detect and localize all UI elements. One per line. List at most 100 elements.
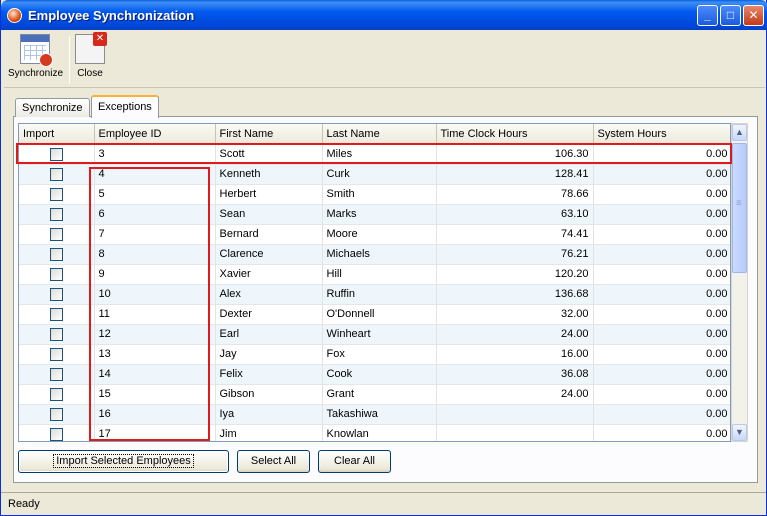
system-hours-cell: 0.00 bbox=[593, 404, 730, 425]
last-name-cell: Knowlan bbox=[322, 424, 437, 441]
table-row[interactable]: 16 Iya Takashiwa 0.00 bbox=[19, 404, 730, 425]
last-name-cell: Smith bbox=[322, 184, 437, 205]
first-name-cell: Dexter bbox=[215, 304, 323, 325]
employee-sync-window: Employee Synchronization _ □ ✕ Synchroni… bbox=[0, 0, 767, 516]
close-label: Close bbox=[77, 68, 103, 79]
close-window-button[interactable]: ✕ bbox=[743, 5, 764, 26]
system-hours-cell: 0.00 bbox=[593, 164, 730, 185]
title-bar[interactable]: Employee Synchronization _ □ ✕ bbox=[1, 0, 767, 30]
tab-synchronize[interactable]: Synchronize bbox=[15, 98, 90, 117]
employee-grid: Import Employee ID First Name Last Name … bbox=[18, 123, 731, 442]
table-row[interactable]: 11 Dexter O'Donnell 32.00 0.00 bbox=[19, 304, 730, 325]
system-hours-cell: 0.00 bbox=[593, 284, 730, 305]
import-checkbox[interactable] bbox=[49, 207, 63, 221]
first-name-cell: Scott bbox=[215, 144, 323, 165]
scroll-thumb[interactable] bbox=[732, 143, 747, 273]
table-row[interactable]: 15 Gibson Grant 24.00 0.00 bbox=[19, 384, 730, 405]
time-clock-hours-cell: 24.00 bbox=[436, 384, 594, 405]
tab-exceptions[interactable]: Exceptions bbox=[91, 95, 159, 118]
time-clock-hours-cell: 63.10 bbox=[436, 204, 594, 225]
import-selected-employees-button[interactable]: Import Selected Employees bbox=[18, 450, 229, 473]
first-name-cell: Iya bbox=[215, 404, 323, 425]
clear-all-button[interactable]: Clear All bbox=[318, 450, 391, 473]
table-row[interactable]: 14 Felix Cook 36.08 0.00 bbox=[19, 364, 730, 385]
maximize-button[interactable]: □ bbox=[720, 5, 741, 26]
last-name-cell: Moore bbox=[322, 224, 437, 245]
system-hours-cell: 0.00 bbox=[593, 224, 730, 245]
table-row[interactable]: 17 Jim Knowlan 0.00 bbox=[19, 424, 730, 441]
last-name-cell: Cook bbox=[322, 364, 437, 385]
import-checkbox[interactable] bbox=[49, 247, 63, 261]
import-checkbox[interactable] bbox=[49, 327, 63, 341]
first-name-cell: Xavier bbox=[215, 264, 323, 285]
column-header-import[interactable]: Import bbox=[19, 124, 95, 145]
import-checkbox[interactable] bbox=[49, 347, 63, 361]
table-row[interactable]: 6 Sean Marks 63.10 0.00 bbox=[19, 204, 730, 225]
last-name-cell: Fox bbox=[322, 344, 437, 365]
import-checkbox[interactable] bbox=[49, 147, 63, 161]
table-row[interactable]: 10 Alex Ruffin 136.68 0.00 bbox=[19, 284, 730, 305]
select-all-button[interactable]: Select All bbox=[237, 450, 310, 473]
time-clock-hours-cell: 16.00 bbox=[436, 344, 594, 365]
last-name-cell: O'Donnell bbox=[322, 304, 437, 325]
system-hours-cell: 0.00 bbox=[593, 184, 730, 205]
system-hours-cell: 0.00 bbox=[593, 204, 730, 225]
toolbar-separator bbox=[69, 36, 70, 84]
time-clock-hours-cell: 128.41 bbox=[436, 164, 594, 185]
status-text: Ready bbox=[8, 498, 40, 510]
last-name-cell: Hill bbox=[322, 264, 437, 285]
synchronize-button[interactable]: Synchronize bbox=[8, 34, 63, 79]
import-checkbox[interactable] bbox=[49, 387, 63, 401]
time-clock-hours-cell: 78.66 bbox=[436, 184, 594, 205]
system-hours-cell: 0.00 bbox=[593, 364, 730, 385]
minimize-button[interactable]: _ bbox=[697, 5, 718, 26]
scroll-up-icon[interactable]: ▲ bbox=[732, 124, 747, 141]
employee-id-cell: 8 bbox=[94, 244, 216, 265]
scroll-down-icon[interactable]: ▼ bbox=[732, 424, 747, 441]
table-row[interactable]: 7 Bernard Moore 74.41 0.00 bbox=[19, 224, 730, 245]
table-row[interactable]: 12 Earl Winheart 24.00 0.00 bbox=[19, 324, 730, 345]
table-row[interactable]: 8 Clarence Michaels 76.21 0.00 bbox=[19, 244, 730, 265]
import-checkbox[interactable] bbox=[49, 367, 63, 381]
import-checkbox[interactable] bbox=[49, 227, 63, 241]
column-header-employee-id[interactable]: Employee ID bbox=[94, 124, 216, 145]
last-name-cell: Miles bbox=[322, 144, 437, 165]
first-name-cell: Earl bbox=[215, 324, 323, 345]
table-row[interactable]: 3 Scott Miles 106.30 0.00 bbox=[19, 144, 730, 165]
import-checkbox[interactable] bbox=[49, 187, 63, 201]
employee-id-cell: 13 bbox=[94, 344, 216, 365]
table-row[interactable]: 13 Jay Fox 16.00 0.00 bbox=[19, 344, 730, 365]
grid-vertical-scrollbar[interactable]: ▲ ▼ bbox=[731, 123, 748, 442]
column-header-last-name[interactable]: Last Name bbox=[322, 124, 437, 145]
system-hours-cell: 0.00 bbox=[593, 144, 730, 165]
first-name-cell: Kenneth bbox=[215, 164, 323, 185]
time-clock-hours-cell bbox=[436, 424, 594, 441]
import-checkbox[interactable] bbox=[49, 267, 63, 281]
last-name-cell: Takashiwa bbox=[322, 404, 437, 425]
import-checkbox[interactable] bbox=[49, 307, 63, 321]
employee-id-cell: 7 bbox=[94, 224, 216, 245]
last-name-cell: Marks bbox=[322, 204, 437, 225]
synchronize-icon bbox=[20, 34, 53, 67]
time-clock-hours-cell: 106.30 bbox=[436, 144, 594, 165]
table-row[interactable]: 5 Herbert Smith 78.66 0.00 bbox=[19, 184, 730, 205]
first-name-cell: Sean bbox=[215, 204, 323, 225]
table-row[interactable]: 4 Kenneth Curk 128.41 0.00 bbox=[19, 164, 730, 185]
column-header-time-clock-hours[interactable]: Time Clock Hours bbox=[436, 124, 594, 145]
employee-id-cell: 14 bbox=[94, 364, 216, 385]
employee-id-cell: 6 bbox=[94, 204, 216, 225]
import-checkbox[interactable] bbox=[49, 167, 63, 181]
import-checkbox[interactable] bbox=[49, 427, 63, 441]
first-name-cell: Gibson bbox=[215, 384, 323, 405]
employee-id-cell: 5 bbox=[94, 184, 216, 205]
column-header-system-hours[interactable]: System Hours bbox=[593, 124, 730, 145]
import-checkbox[interactable] bbox=[49, 407, 63, 421]
table-row[interactable]: 9 Xavier Hill 120.20 0.00 bbox=[19, 264, 730, 285]
last-name-cell: Curk bbox=[322, 164, 437, 185]
window-title: Employee Synchronization bbox=[28, 8, 195, 23]
first-name-cell: Felix bbox=[215, 364, 323, 385]
close-button[interactable]: ✕ Close bbox=[74, 32, 107, 79]
column-header-first-name[interactable]: First Name bbox=[215, 124, 323, 145]
system-hours-cell: 0.00 bbox=[593, 304, 730, 325]
import-checkbox[interactable] bbox=[49, 287, 63, 301]
